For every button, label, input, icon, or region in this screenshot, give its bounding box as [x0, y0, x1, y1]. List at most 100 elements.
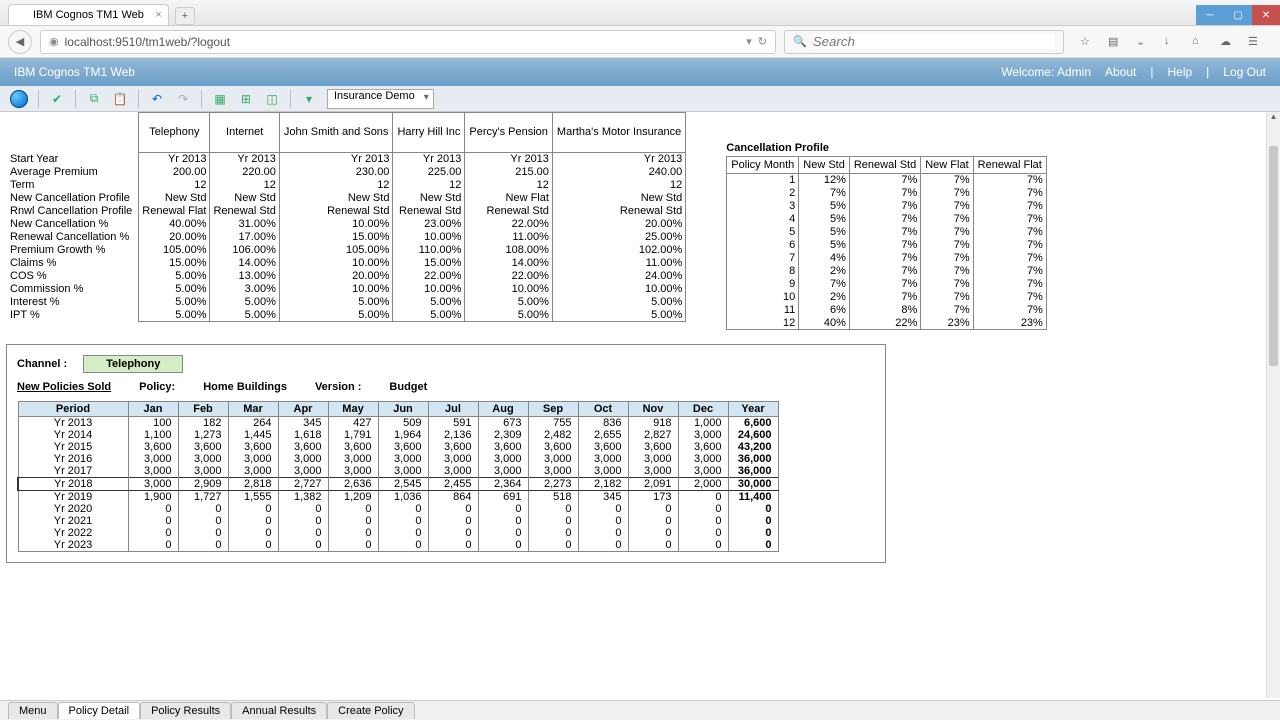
year-total-cell[interactable]: 36,000 [728, 465, 778, 478]
cancel-cell[interactable]: 7% [973, 239, 1046, 252]
value-cell[interactable]: 0 [528, 503, 578, 515]
grid-icon[interactable]: ▦ [212, 91, 228, 107]
undo-icon[interactable]: ↶ [149, 91, 165, 107]
table-icon[interactable]: ⊞ [238, 91, 254, 107]
window-maximize-icon[interactable]: ▢ [1224, 5, 1252, 25]
cancel-cell[interactable]: 7% [921, 265, 973, 278]
cancel-cell[interactable]: 7% [973, 252, 1046, 265]
cancel-cell[interactable]: 2 [727, 187, 799, 200]
value-cell[interactable]: 3,600 [478, 441, 528, 453]
value-cell[interactable]: 182 [178, 417, 228, 430]
value-cell[interactable]: 591 [428, 417, 478, 430]
value-cell[interactable]: 0 [278, 527, 328, 539]
cancel-cell[interactable]: 2% [799, 291, 850, 304]
value-cell[interactable]: 0 [678, 527, 728, 539]
value-cell[interactable]: 3,000 [428, 453, 478, 465]
value-cell[interactable]: 3,000 [228, 453, 278, 465]
tab-close-icon[interactable]: × [155, 9, 161, 21]
year-total-cell[interactable]: 0 [728, 503, 778, 515]
data-cell[interactable]: 110.00% [393, 244, 465, 257]
data-cell[interactable]: 12 [465, 179, 553, 192]
new-tab-button[interactable]: + [175, 7, 195, 25]
value-cell[interactable]: 0 [628, 539, 678, 552]
data-cell[interactable]: 5.00% [393, 309, 465, 322]
data-cell[interactable]: 225.00 [393, 166, 465, 179]
data-cell[interactable]: 10.00% [393, 283, 465, 296]
value-cell[interactable]: 2,182 [578, 478, 628, 491]
value-cell[interactable]: 3,000 [478, 453, 528, 465]
data-cell[interactable]: 200.00 [139, 166, 210, 179]
star-icon[interactable]: ☆ [1080, 35, 1096, 48]
paste-icon[interactable]: 📋 [112, 91, 128, 107]
browser-tab[interactable]: IBM Cognos TM1 Web × [8, 4, 169, 25]
value-cell[interactable]: 0 [478, 515, 528, 527]
url-box[interactable]: ◉ localhost:9510/tm1web/?logout ▾ ↻ [40, 30, 776, 54]
value-cell[interactable]: 2,309 [478, 429, 528, 441]
cancel-cell[interactable]: 6 [727, 239, 799, 252]
value-cell[interactable]: 3,600 [228, 441, 278, 453]
value-cell[interactable]: 3,000 [278, 453, 328, 465]
cancel-cell[interactable]: 7% [921, 291, 973, 304]
data-cell[interactable]: 10.00% [279, 283, 393, 296]
value-cell[interactable]: 1,273 [178, 429, 228, 441]
value-cell[interactable]: 0 [178, 515, 228, 527]
cancel-cell[interactable]: 7% [921, 226, 973, 239]
value-cell[interactable]: 1,209 [328, 491, 378, 504]
value-cell[interactable]: 0 [378, 503, 428, 515]
data-cell[interactable]: 12 [393, 179, 465, 192]
view-select[interactable]: Insurance Demo [327, 89, 434, 109]
data-cell[interactable]: 240.00 [552, 166, 685, 179]
cancel-cell[interactable]: 7% [921, 278, 973, 291]
data-cell[interactable]: Yr 2013 [552, 153, 685, 166]
value-cell[interactable]: 0 [478, 539, 528, 552]
value-cell[interactable]: 3,000 [628, 465, 678, 478]
value-cell[interactable]: 3,000 [228, 465, 278, 478]
cancel-cell[interactable]: 7% [849, 226, 920, 239]
data-cell[interactable]: 14.00% [210, 257, 279, 270]
year-total-cell[interactable]: 24,600 [728, 429, 778, 441]
data-cell[interactable]: 5.00% [210, 296, 279, 309]
value-cell[interactable]: 3,000 [128, 465, 178, 478]
data-cell[interactable]: 12 [279, 179, 393, 192]
value-cell[interactable]: 0 [628, 503, 678, 515]
cancel-cell[interactable]: 7% [849, 265, 920, 278]
data-cell[interactable]: 13.00% [210, 270, 279, 283]
year-total-cell[interactable]: 36,000 [728, 453, 778, 465]
value-cell[interactable]: 3,000 [678, 453, 728, 465]
data-cell[interactable]: 15.00% [279, 231, 393, 244]
cancel-cell[interactable]: 7% [973, 278, 1046, 291]
value-cell[interactable]: 0 [578, 539, 628, 552]
value-cell[interactable]: 2,655 [578, 429, 628, 441]
chat-icon[interactable]: ☁ [1220, 35, 1236, 48]
value-cell[interactable]: 0 [678, 503, 728, 515]
search-box[interactable]: 🔍 [784, 30, 1064, 54]
cancel-cell[interactable]: 2% [799, 265, 850, 278]
data-cell[interactable]: 12 [139, 179, 210, 192]
value-cell[interactable]: 3,600 [578, 441, 628, 453]
value-cell[interactable]: 3,000 [128, 478, 178, 491]
data-cell[interactable]: New Std [210, 192, 279, 205]
data-cell[interactable]: 20.00% [139, 231, 210, 244]
value-cell[interactable]: 2,091 [628, 478, 678, 491]
value-cell[interactable]: 0 [328, 503, 378, 515]
data-cell[interactable]: 5.00% [552, 296, 685, 309]
value-cell[interactable]: 0 [228, 527, 278, 539]
chart-icon[interactable]: ◫ [264, 91, 280, 107]
footer-tab-policy-results[interactable]: Policy Results [140, 702, 231, 719]
cancel-cell[interactable]: 7% [849, 278, 920, 291]
data-cell[interactable]: 22.00% [393, 270, 465, 283]
data-cell[interactable]: New Std [139, 192, 210, 205]
value-cell[interactable]: 0 [528, 515, 578, 527]
data-cell[interactable]: 12 [552, 179, 685, 192]
value-cell[interactable]: 1,555 [228, 491, 278, 504]
value-cell[interactable]: 509 [378, 417, 428, 430]
value-cell[interactable]: 1,100 [128, 429, 178, 441]
data-cell[interactable]: 31.00% [210, 218, 279, 231]
data-cell[interactable]: 12 [210, 179, 279, 192]
value-cell[interactable]: 264 [228, 417, 278, 430]
data-cell[interactable]: Yr 2013 [139, 153, 210, 166]
cancel-cell[interactable]: 7% [921, 200, 973, 213]
app-menu-icon[interactable] [10, 90, 28, 108]
year-total-cell[interactable]: 0 [728, 527, 778, 539]
value-cell[interactable]: 0 [428, 539, 478, 552]
